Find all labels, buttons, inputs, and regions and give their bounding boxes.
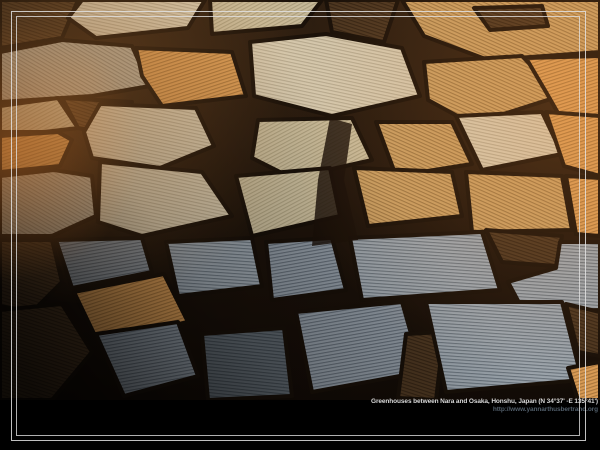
aerial-photo — [0, 0, 600, 400]
warm-light-overlay-right — [0, 0, 600, 400]
desktop-wallpaper: Greenhouses between Nara and Osaka, Hons… — [0, 0, 600, 450]
photo-credit-url: http://www.yannarthusbertrand.org — [371, 407, 598, 414]
photo-caption-title: Greenhouses between Nara and Osaka, Hons… — [371, 399, 598, 406]
photo-caption: Greenhouses between Nara and Osaka, Hons… — [371, 399, 598, 413]
